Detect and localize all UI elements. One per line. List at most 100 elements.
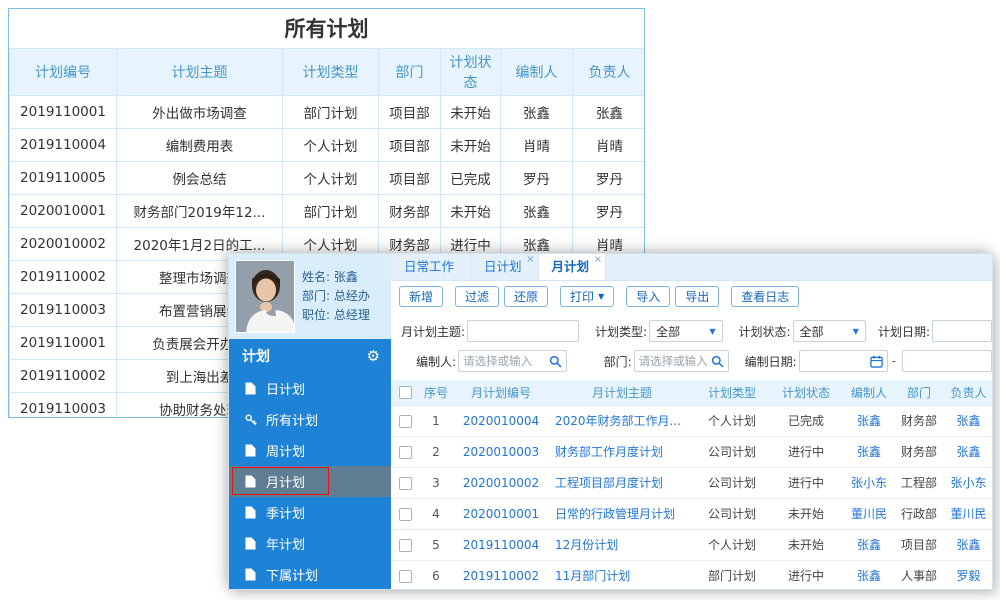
sidebar-item-subordinate-plans[interactable]: 下属计划 — [229, 559, 391, 589]
sidebar-item-weekly-plan[interactable]: 周计划 — [229, 435, 391, 466]
type-select[interactable]: 全部 ▼ — [649, 320, 723, 342]
export-button[interactable]: 导出 — [675, 286, 720, 307]
filter-row-2: 编制人: 部门: — [401, 346, 992, 376]
plan-subject-link[interactable]: 2020年财务部工作月... — [555, 414, 681, 428]
table-cell: 工程部 — [895, 467, 943, 499]
plan-subject-link[interactable]: 12月份计划 — [555, 538, 618, 552]
sidebar-item-monthly-plan[interactable]: 月计划 — [229, 466, 391, 497]
table-header-row: 计划编号 计划主题 计划类型 部门 计划状态 编制人 负责人 — [9, 49, 644, 96]
type-filter-label: 计划类型: — [595, 324, 648, 339]
create-date-to-input[interactable] — [902, 350, 992, 372]
owner-link[interactable]: 张鑫 — [956, 414, 980, 428]
creator-input[interactable] — [463, 354, 550, 368]
button-label: 导出 — [685, 290, 710, 304]
plan-code-link[interactable]: 2019110004 — [463, 538, 539, 552]
close-icon[interactable]: × — [526, 255, 534, 265]
table-cell: 张鑫 — [500, 94, 573, 129]
sidebar-item-all-plans[interactable]: 所有计划 — [229, 404, 391, 435]
filter-button[interactable]: 过滤 — [455, 286, 500, 307]
add-button[interactable]: 新增 — [399, 286, 444, 307]
creator-filter-label: 编制人: — [416, 354, 457, 369]
plan-code-link[interactable]: 2020010001 — [463, 507, 539, 521]
reset-button[interactable]: 还原 — [504, 286, 549, 307]
table-cell: 项目部 — [895, 529, 943, 561]
table-cell: 5 — [419, 529, 453, 561]
table-cell — [391, 560, 419, 589]
column-header: 计划状态 — [440, 49, 501, 96]
table-cell: 2019110002 — [9, 358, 117, 393]
print-button[interactable]: 打印 ▼ — [560, 286, 615, 307]
row-checkbox[interactable] — [398, 414, 412, 428]
status-select[interactable]: 全部 ▼ — [792, 320, 866, 342]
table-cell: 公司计划 — [695, 467, 769, 499]
tab-monthly-plan[interactable]: 月计划 × — [538, 254, 607, 280]
button-label: 新增 — [409, 290, 434, 304]
close-icon[interactable]: × — [594, 255, 602, 265]
creator-link[interactable]: 张鑫 — [857, 414, 881, 428]
table-cell: 人事部 — [895, 560, 943, 589]
create-date-from-input[interactable] — [803, 354, 870, 368]
chevron-down-icon: ▼ — [709, 326, 716, 336]
plan-subject-link[interactable]: 11月部门计划 — [555, 569, 630, 583]
creator-link[interactable]: 张鑫 — [857, 569, 881, 583]
table-cell: 6 — [419, 560, 453, 589]
owner-link[interactable]: 张小东 — [950, 476, 986, 490]
table-cell: 2019110005 — [9, 160, 117, 195]
search-icon — [549, 355, 562, 368]
plan-subject-link[interactable]: 工程项目部月度计划 — [555, 476, 663, 490]
department-input[interactable] — [638, 354, 711, 368]
department-search-box[interactable] — [633, 350, 729, 372]
table-cell: 2019110001 — [9, 94, 117, 129]
content-panel: 日常工作 日计划 × 月计划 × 新增 过滤 还原 打印 ▼ 导入 导出 查看日志 月计划主题: 计划… — [391, 254, 992, 589]
creator-link[interactable]: 张鑫 — [857, 538, 881, 552]
sidebar-items: 日计划 所有计划 周计划 月计划 季计划 年计划下属计划 — [229, 373, 391, 589]
sidebar-item-quarterly-plan[interactable]: 季计划 — [229, 497, 391, 528]
creator-link[interactable]: 张鑫 — [857, 445, 881, 459]
sidebar-item-label: 下属计划 — [266, 569, 319, 584]
table-cell: 肖晴 — [572, 127, 644, 162]
owner-link[interactable]: 董川民 — [950, 507, 986, 521]
subject-input[interactable] — [467, 320, 580, 342]
creator-link[interactable]: 董川民 — [851, 507, 887, 521]
row-checkbox[interactable] — [398, 569, 412, 583]
monthly-plan-window: 姓名: 张鑫 部门: 总经办 职位: 总经理 计划 ⚙ 日计划 所有计划 周计划 月计… — [228, 253, 993, 590]
plan-date-input[interactable] — [932, 320, 992, 342]
select-all-checkbox[interactable] — [398, 386, 412, 400]
creator-search-box[interactable] — [458, 350, 568, 372]
plan-code-link[interactable]: 2020010004 — [463, 414, 539, 428]
table-cell: 张鑫 — [943, 405, 992, 437]
create-date-filter-label: 编制日期: — [744, 354, 797, 369]
table-cell: 2019110004 — [453, 529, 549, 561]
create-date-from[interactable] — [798, 350, 888, 372]
view-log-button[interactable]: 查看日志 — [731, 286, 800, 307]
row-checkbox[interactable] — [398, 538, 412, 552]
row-checkbox[interactable] — [398, 476, 412, 490]
table-cell: 项目部 — [378, 94, 441, 129]
owner-link[interactable]: 张鑫 — [956, 538, 980, 552]
tab-daily-work[interactable]: 日常工作 — [391, 254, 472, 280]
tab-daily-plan[interactable]: 日计划 × — [471, 254, 539, 280]
row-checkbox[interactable] — [398, 445, 412, 459]
table-cell — [391, 405, 419, 437]
table-cell: 部门计划 — [695, 560, 769, 589]
plan-subject-link[interactable]: 财务部工作月度计划 — [555, 445, 663, 459]
import-button[interactable]: 导入 — [626, 286, 671, 307]
table-cell: 董川民 — [843, 498, 895, 530]
button-label: 过滤 — [465, 290, 490, 304]
row-checkbox[interactable] — [398, 507, 412, 521]
sidebar-item-annual-plan[interactable]: 年计划 — [229, 528, 391, 559]
tab-label: 月计划 — [551, 259, 590, 274]
table-cell: 财务部工作月度计划 — [549, 436, 695, 468]
owner-link[interactable]: 张鑫 — [956, 445, 980, 459]
table-row: 4 2020010001 日常的行政管理月计划 公司计划 未开始 董川民 行政部 董川民 — [391, 498, 992, 530]
owner-link[interactable]: 罗毅 — [956, 569, 980, 583]
sidebar-item-daily-plan[interactable]: 日计划 — [229, 373, 391, 404]
creator-link[interactable]: 张小东 — [851, 476, 887, 490]
plan-code-link[interactable]: 2020010003 — [463, 445, 539, 459]
profile-card: 姓名: 张鑫 部门: 总经办 职位: 总经理 — [229, 254, 391, 339]
gear-icon[interactable]: ⚙ — [367, 347, 380, 365]
plan-code-link[interactable]: 2019110002 — [463, 569, 539, 583]
plan-code-link[interactable]: 2020010002 — [463, 476, 539, 490]
plan-subject-link[interactable]: 日常的行政管理月计划 — [555, 507, 675, 521]
table-cell: 2019110004 — [9, 127, 117, 162]
